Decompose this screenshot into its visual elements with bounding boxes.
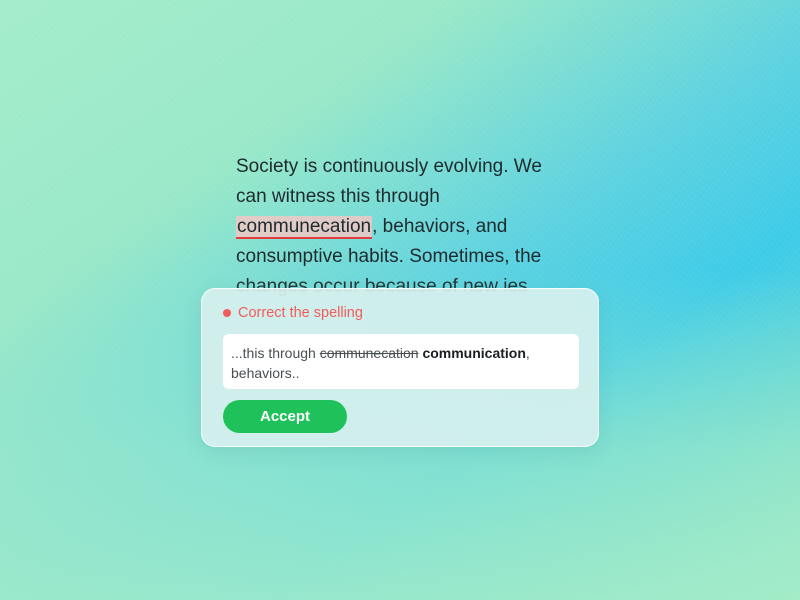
- popup-title: Correct the spelling: [238, 305, 363, 321]
- suggestion-correct-word: communication: [422, 345, 526, 361]
- suggestion-preview: ...this through communecation communicat…: [223, 334, 579, 389]
- accept-button[interactable]: Accept: [223, 400, 347, 433]
- popup-header: Correct the spelling: [223, 305, 363, 321]
- suggestion-prefix: ...this through: [231, 345, 320, 361]
- red-dot-icon: [223, 309, 231, 317]
- text-before: Society is continuously evolving. We can…: [236, 156, 542, 207]
- misspelled-word[interactable]: communecation: [236, 216, 373, 239]
- document-text: Society is continuously evolving. We can…: [236, 152, 576, 298]
- suggestion-wrong-word: communecation: [319, 345, 419, 361]
- spelling-suggestion-popup: Correct the spelling ...this through com…: [201, 288, 599, 447]
